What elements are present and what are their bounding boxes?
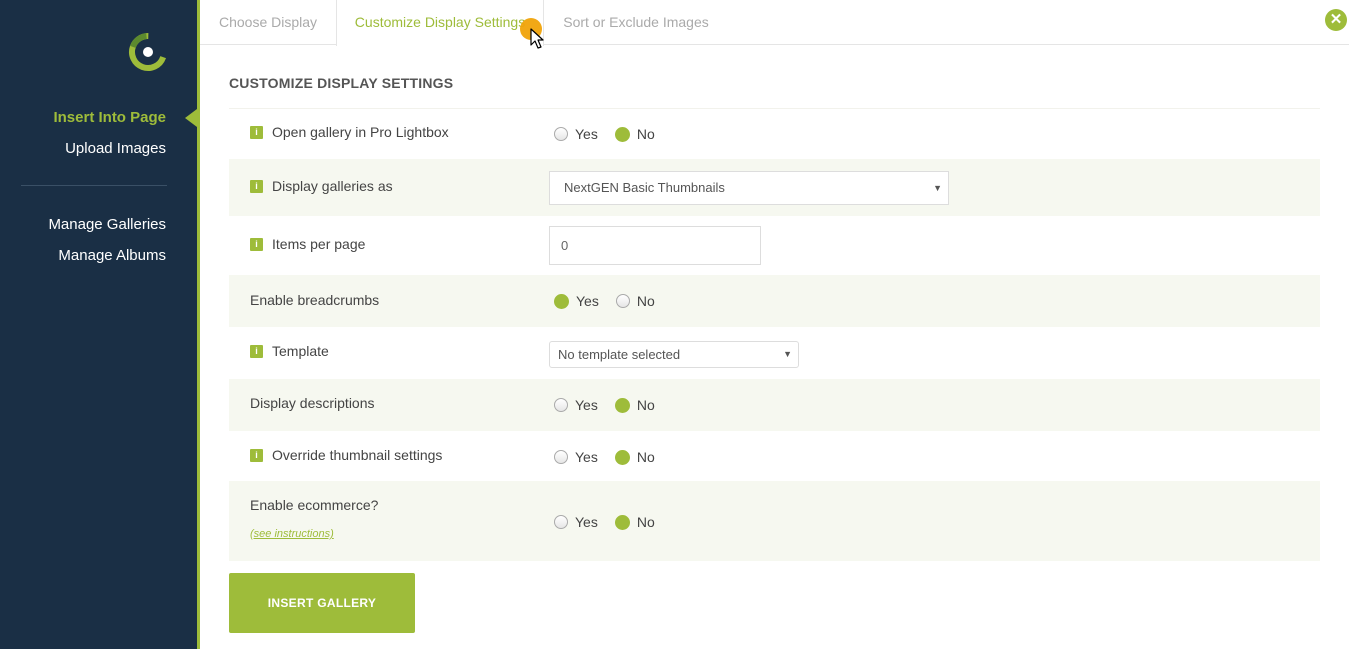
setting-label-text: Enable ecommerce? [250, 497, 379, 513]
radio-no-label: No [636, 514, 655, 530]
setting-label: i Override thumbnail settings [250, 447, 442, 463]
radio-no-label: No [636, 449, 655, 465]
radio-no-label: No [636, 126, 655, 142]
sidebar-accent-bar [197, 0, 200, 649]
radio-group-override-thumbnail: Yes No [554, 449, 672, 465]
nav-secondary: Manage Galleries Manage Albums [48, 209, 166, 271]
setting-label: Display descriptions [250, 395, 375, 411]
setting-label-text: Items per page [272, 236, 366, 252]
radio-no[interactable] [614, 449, 630, 465]
display-type-select[interactable]: NextGEN Basic Thumbnails ▼ [549, 171, 949, 205]
setting-row-items-per-page: i Items per page 0 [229, 216, 1320, 275]
sidebar: Insert Into Page Upload Images Manage Ga… [0, 0, 197, 649]
setting-row-pro-lightbox: i Open gallery in Pro Lightbox Yes No [229, 109, 1320, 159]
chevron-down-icon: ▼ [933, 183, 942, 193]
template-select[interactable]: No template selected ▼ [549, 341, 799, 368]
radio-no[interactable] [614, 126, 630, 142]
tab-sort-or-exclude-images[interactable]: Sort or Exclude Images [544, 0, 728, 45]
radio-yes[interactable] [554, 450, 568, 464]
template-select-value: No template selected [558, 347, 681, 362]
setting-label: i Template [250, 343, 329, 359]
setting-row-ecommerce: Enable ecommerce? (see instructions) Yes… [229, 481, 1320, 561]
setting-label: Enable breadcrumbs [250, 292, 379, 308]
radio-no-label: No [636, 293, 655, 309]
setting-label-text: Display descriptions [250, 395, 375, 411]
setting-label: i Display galleries as [250, 178, 393, 194]
radio-no-label: No [636, 397, 655, 413]
radio-yes[interactable] [554, 515, 568, 529]
settings-table: i Open gallery in Pro Lightbox Yes No i … [229, 108, 1320, 561]
section-title: CUSTOMIZE DISPLAY SETTINGS [229, 75, 454, 91]
tab-bar: Choose Display Customize Display Setting… [200, 0, 1349, 46]
nextgen-logo-icon [129, 33, 167, 71]
info-icon[interactable]: i [250, 125, 263, 139]
radio-group-breadcrumbs: Yes No [554, 293, 672, 309]
radio-yes[interactable] [554, 398, 568, 412]
chevron-down-icon: ▼ [783, 349, 792, 359]
setting-row-override-thumbnail: i Override thumbnail settings Yes No [229, 431, 1320, 481]
radio-group-descriptions: Yes No [554, 397, 672, 413]
active-nav-pointer [185, 109, 197, 127]
radio-yes-label: Yes [575, 514, 598, 530]
radio-group-pro-lightbox: Yes No [554, 126, 672, 142]
insert-gallery-button[interactable]: INSERT GALLERY [229, 573, 415, 633]
radio-yes[interactable] [554, 293, 569, 309]
setting-row-template: i Template No template selected ▼ [229, 327, 1320, 379]
setting-row-display-descriptions: Display descriptions Yes No [229, 379, 1320, 431]
nav-manage-galleries[interactable]: Manage Galleries [48, 209, 166, 240]
items-per-page-input[interactable]: 0 [549, 226, 761, 265]
info-icon[interactable]: i [250, 448, 263, 462]
tab-choose-display[interactable]: Choose Display [200, 0, 336, 45]
info-icon[interactable]: i [250, 344, 263, 358]
radio-yes[interactable] [554, 127, 568, 141]
setting-label-text: Display galleries as [272, 178, 393, 194]
radio-yes-label: Yes [575, 397, 598, 413]
setting-label-text: Enable breadcrumbs [250, 292, 380, 308]
radio-yes-label: Yes [576, 293, 599, 309]
tab-customize-display-settings[interactable]: Customize Display Settings [336, 0, 544, 46]
see-instructions-link[interactable]: (see instructions) [250, 528, 334, 540]
nav-upload-images[interactable]: Upload Images [53, 133, 166, 164]
setting-row-display-galleries-as: i Display galleries as NextGEN Basic Thu… [229, 159, 1320, 216]
radio-no[interactable] [615, 294, 630, 308]
radio-yes-label: Yes [575, 449, 598, 465]
setting-row-breadcrumbs: Enable breadcrumbs Yes No [229, 275, 1320, 327]
setting-label: Enable ecommerce? [250, 497, 378, 513]
radio-yes-label: Yes [575, 126, 598, 142]
radio-group-ecommerce: Yes No [554, 514, 672, 530]
nav-primary: Insert Into Page Upload Images [53, 102, 166, 164]
info-icon[interactable]: i [250, 179, 263, 193]
close-icon[interactable]: ✕ [1325, 9, 1347, 31]
info-icon[interactable]: i [250, 237, 263, 251]
setting-label-text: Override thumbnail settings [272, 447, 443, 463]
setting-label: i Items per page [250, 236, 365, 252]
nav-insert-into-page[interactable]: Insert Into Page [53, 102, 166, 133]
mouse-cursor-icon [530, 28, 544, 49]
radio-no[interactable] [614, 397, 630, 413]
display-type-select-value: NextGEN Basic Thumbnails [564, 180, 725, 195]
setting-label-text: Open gallery in Pro Lightbox [272, 124, 449, 140]
setting-label-text: Template [272, 343, 329, 359]
radio-no[interactable] [614, 514, 630, 530]
nav-manage-albums[interactable]: Manage Albums [48, 240, 166, 271]
nav-divider [21, 185, 167, 186]
setting-label: i Open gallery in Pro Lightbox [250, 124, 449, 140]
